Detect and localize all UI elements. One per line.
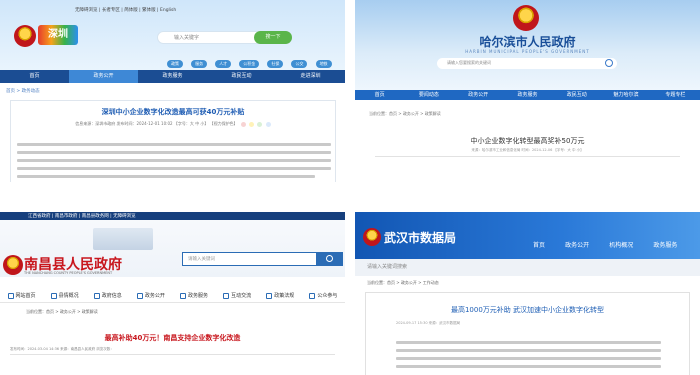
article-body	[396, 341, 661, 373]
color-swatch[interactable]	[265, 121, 271, 127]
main-nav: 网站首页 县情概况 政府信息 政务公开 政务服务 互动交流 政策法规 公众参与	[0, 290, 345, 303]
search-icon	[326, 255, 333, 262]
nav-item[interactable]: 专题专栏	[651, 90, 700, 100]
nav-item[interactable]: 政民互动	[552, 90, 601, 100]
nav-item[interactable]: 政务公开	[454, 90, 503, 100]
shenzhen-gov-panel: 无障碍浏览 | 长者专区 | 简体版 | 繁体版 | English 深圳 输入…	[0, 0, 345, 182]
nav-item[interactable]: 政务服务	[653, 242, 677, 249]
national-emblem-icon	[513, 5, 539, 31]
hot-tag[interactable]: 公交	[291, 60, 308, 68]
main-nav: 首页 政务公开 机构概况 政务服务	[533, 232, 692, 251]
breadcrumb[interactable]: 当前位置：首页 > 政务公开 > 工作动态	[367, 280, 439, 286]
color-swatch[interactable]	[240, 121, 246, 127]
main-nav: 首页 政务公开 政务服务 政民互动 走进深圳	[0, 70, 345, 83]
hot-tag[interactable]: 社保	[267, 60, 284, 68]
nav-item[interactable]: 政务服务	[503, 90, 552, 100]
hot-tags: 政策 服务 人才 公积金 社保 公交 地铁	[167, 50, 335, 69]
divider	[10, 354, 335, 355]
nav-item[interactable]: 首页	[355, 90, 404, 100]
nav-icon	[136, 292, 143, 299]
article-title: 最高1000万元补助 武汉加速中小企业数字化转型	[450, 306, 605, 314]
article-meta: 信息来源：深圳市政府 发布时间：2024-12-01 10:02 【字号：大 中…	[11, 121, 335, 127]
nav-icon	[266, 292, 273, 299]
breadcrumb[interactable]: 当前位置：首页 > 政务公开 > 政策解读	[26, 309, 98, 315]
top-bar: 江西省政府 | 南昌市政府 | 南昌县政务网 | 无障碍浏览	[0, 212, 345, 220]
site-title[interactable]: 武汉市数据局	[384, 229, 456, 246]
article-card: 最高1000万元补助 武汉加速中小企业数字化转型 2024-09-17 15:3…	[365, 292, 690, 375]
nav-item[interactable]: 互动交流	[216, 290, 259, 302]
search-input[interactable]: 请输入关键词	[182, 252, 317, 266]
article-meta: 来源：哈尔滨市工业和信息化局 时间：2024-12-06 【字号：大 中 小】	[471, 148, 584, 152]
site-subtitle: THE NANCHANG COUNTY PEOPLE'S GOVERNMENT	[24, 271, 113, 275]
color-swatch[interactable]	[249, 121, 255, 127]
nav-item-services[interactable]: 政务服务	[138, 70, 207, 83]
search-input[interactable]: 请输入您要搜索的关键词	[437, 58, 617, 69]
nav-item[interactable]: 政务服务	[173, 290, 216, 302]
breadcrumb[interactable]: 首页 > 政务动态	[6, 88, 40, 94]
nav-icon	[309, 292, 316, 299]
nav-item-about[interactable]: 走进深圳	[276, 70, 345, 83]
nav-item[interactable]: 政务公开	[565, 242, 589, 249]
nav-item-home[interactable]: 首页	[0, 70, 69, 83]
nav-item[interactable]: 魅力哈尔滨	[601, 90, 650, 100]
nav-item-interaction[interactable]: 政民互动	[207, 70, 276, 83]
wuhan-data-bureau-panel: 武汉市数据局 首页 政务公开 机构概况 政务服务 请输入关键词搜索 当前位置：首…	[355, 212, 700, 375]
nanchang-gov-panel: 江西省政府 | 南昌市政府 | 南昌县政务网 | 无障碍浏览 南昌县人民政府 T…	[0, 212, 345, 375]
nav-item[interactable]: 网站首页	[0, 290, 43, 302]
color-swatch[interactable]	[257, 121, 263, 127]
article-body	[17, 143, 331, 182]
search-input[interactable]: 输入关键字 搜一下	[157, 31, 292, 44]
search-input[interactable]: 请输入关键词搜索	[355, 259, 700, 276]
hot-tag[interactable]: 服务	[191, 60, 208, 68]
breadcrumb[interactable]: 当前位置：首页 > 政务公开 > 政策解读	[369, 111, 441, 117]
nav-icon	[50, 292, 57, 299]
nav-item[interactable]: 要闻动态	[404, 90, 453, 100]
nav-item[interactable]: 政府信息	[86, 290, 129, 302]
article-card: 深圳中小企业数字化改造最高可获40万元补贴 信息来源：深圳市政府 发布时间：20…	[10, 100, 336, 182]
article-title: 中小企业数字化转型最高奖补50万元	[470, 137, 585, 145]
nav-item[interactable]: 机构概况	[609, 242, 633, 249]
article-title: 深圳中小企业数字化改造最高可获40万元补贴	[101, 108, 245, 116]
article-meta: 发布时间：2024-03-04 14:36 来源：南昌县人民政府 浏览次数：	[10, 347, 114, 351]
article-title: 最高补助40万元！南昌支持企业数字化改造	[104, 334, 241, 342]
national-emblem-icon	[363, 228, 381, 246]
hot-tag[interactable]: 政策	[167, 60, 183, 68]
hot-tag[interactable]: 地铁	[315, 60, 332, 68]
hot-tag[interactable]: 人才	[215, 60, 232, 68]
nav-item-gov-affairs[interactable]: 政务公开	[69, 70, 138, 83]
nav-icon	[180, 292, 187, 299]
nav-icon	[7, 292, 14, 299]
divider	[375, 156, 680, 157]
national-emblem-icon	[14, 25, 36, 47]
national-emblem-icon	[3, 255, 23, 275]
article-meta: 2024-09-17 15:30 来源：武汉市数据局	[396, 321, 461, 325]
search-icon[interactable]	[605, 59, 613, 67]
nav-item[interactable]: 县情概况	[43, 290, 86, 302]
search-button[interactable]: 搜一下	[254, 31, 292, 44]
nav-item[interactable]: 公众参与	[302, 290, 345, 302]
building-image	[93, 228, 153, 250]
site-logo[interactable]: 深圳	[38, 25, 78, 45]
hot-tag[interactable]: 公积金	[239, 60, 260, 68]
main-nav: 首页 要闻动态 政务公开 政务服务 政民互动 魅力哈尔滨 专题专栏	[355, 90, 700, 100]
nav-item[interactable]: 政策法规	[259, 290, 302, 302]
nav-icon	[223, 292, 230, 299]
nav-icon	[93, 292, 100, 299]
harbin-gov-panel: 哈尔滨市人民政府 HARBIN MUNICIPAL PEOPLE'S GOVER…	[355, 0, 700, 182]
site-subtitle: HARBIN MUNICIPAL PEOPLE'S GOVERNMENT	[465, 49, 590, 54]
search-button[interactable]	[317, 252, 343, 266]
nav-item[interactable]: 政务公开	[129, 290, 172, 302]
top-links[interactable]: 无障碍浏览 | 长者专区 | 简体版 | 繁体版 | English	[75, 7, 176, 13]
site-title[interactable]: 哈尔滨市人民政府	[355, 33, 700, 50]
nav-item[interactable]: 首页	[533, 242, 545, 249]
